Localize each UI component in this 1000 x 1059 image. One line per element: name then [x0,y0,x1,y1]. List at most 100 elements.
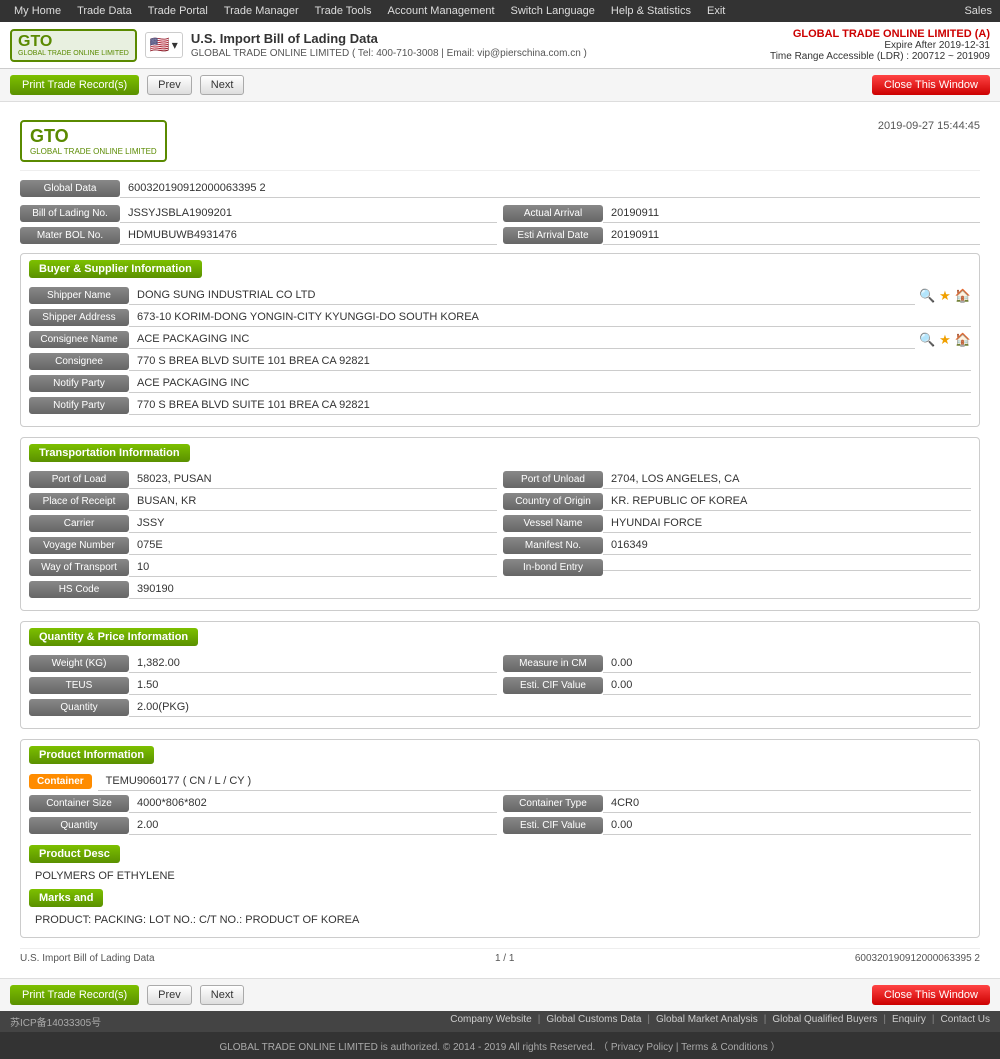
company-name: GLOBAL TRADE ONLINE LIMITED (A) [770,28,990,40]
nav-tradetools[interactable]: Trade Tools [309,0,378,22]
mbol-row: Mater BOL No. HDMUBUWB4931476 Esti Arriv… [20,226,980,245]
footer-link-contact[interactable]: Contact Us [941,1014,990,1026]
port-load-label: Port of Load [29,471,129,488]
global-data-label: Global Data [20,180,120,197]
consignee-star-icon[interactable]: ★ [939,332,951,348]
manifest-value: 016349 [603,536,971,555]
notify-party-value: ACE PACKAGING INC [129,374,971,393]
container-type-label: Container Type [503,795,603,812]
footer-links: Company Website | Global Customs Data | … [450,1014,990,1026]
quantity-price-section: Quantity & Price Information Weight (KG)… [20,621,980,729]
product-esti-cif-value: 0.00 [603,816,971,835]
esti-arrival-label: Esti Arrival Date [503,227,603,244]
expire-date: Expire After 2019-12-31 [770,40,990,51]
vessel-name-label: Vessel Name [503,515,603,532]
print-button-top[interactable]: Print Trade Record(s) [10,75,139,95]
actual-arrival-label: Actual Arrival [503,205,603,222]
consignee-name-value: ACE PACKAGING INC [129,330,915,349]
close-button-top[interactable]: Close This Window [872,75,990,95]
country-origin-value: KR. REPUBLIC OF KOREA [603,492,971,511]
footer-copyright: GLOBAL TRADE ONLINE LIMITED is authorize… [0,1032,1000,1059]
teus-row: TEUS 1.50 Esti. CIF Value 0.00 [29,676,971,695]
footer-link-company[interactable]: Company Website [450,1014,532,1026]
record-footer: U.S. Import Bill of Lading Data 1 / 1 60… [20,948,980,968]
global-data-fields: Global Data 600320190912000063395 2 [20,179,980,198]
place-receipt-value: BUSAN, KR [129,492,497,511]
shipper-icons: 🔍 ★ 🏠 [919,288,971,304]
nav-accountmanagement[interactable]: Account Management [382,0,501,22]
esti-cif-label: Esti. CIF Value [503,677,603,694]
quantity-price-body: Weight (KG) 1,382.00 Measure in CM 0.00 … [21,650,979,728]
top-navigation: My Home Trade Data Trade Portal Trade Ma… [0,0,1000,22]
hs-code-label: HS Code [29,581,129,598]
record-logo-text: GTO [30,126,157,147]
container-value: TEMU9060177 ( CN / L / CY ) [98,772,971,791]
mbol-value: HDMUBUWB4931476 [120,226,497,245]
footer-link-buyers[interactable]: Global Qualified Buyers [772,1014,877,1026]
nav-help[interactable]: Help & Statistics [605,0,697,22]
port-unload-label: Port of Unload [503,471,603,488]
nav-tradedata[interactable]: Trade Data [71,0,138,22]
header-contact: GLOBAL TRADE ONLINE LIMITED ( Tel: 400-7… [191,48,587,59]
header: GTO GLOBAL TRADE ONLINE LIMITED 🇺🇸 ▾ U.S… [0,22,1000,69]
product-esti-cif-label: Esti. CIF Value [503,817,603,834]
consignee-name-row: Consignee Name ACE PACKAGING INC 🔍 ★ 🏠 [29,330,971,349]
port-unload-value: 2704, LOS ANGELES, CA [603,470,971,489]
notify-party-row: Notify Party ACE PACKAGING INC [29,374,971,393]
hs-code-row: HS Code 390190 [29,580,971,599]
footer-link-customs[interactable]: Global Customs Data [546,1014,641,1026]
marks-section: Marks and PRODUCT: PACKING: LOT NO.: C/T… [29,885,971,929]
transport-way-label: Way of Transport [29,559,129,576]
flag-area[interactable]: 🇺🇸 ▾ [145,32,183,58]
footer-link-market[interactable]: Global Market Analysis [656,1014,758,1026]
vessel-name-value: HYUNDAI FORCE [603,514,971,533]
header-title-area: U.S. Import Bill of Lading Data GLOBAL T… [191,31,587,59]
consignee-row: Consignee 770 S BREA BLVD SUITE 101 BREA… [29,352,971,371]
transportation-header: Transportation Information [29,444,190,462]
shipper-star-icon[interactable]: ★ [939,288,951,304]
nav-tradeportal[interactable]: Trade Portal [142,0,214,22]
weight-label: Weight (KG) [29,655,129,672]
carrier-label: Carrier [29,515,129,532]
logo: GTO GLOBAL TRADE ONLINE LIMITED [10,29,137,62]
port-load-value: 58023, PUSAN [129,470,497,489]
place-receipt-row: Place of Receipt BUSAN, KR Country of Or… [29,492,971,511]
footer-link-enquiry[interactable]: Enquiry [892,1014,926,1026]
product-quantity-row: Quantity 2.00 Esti. CIF Value 0.00 [29,816,971,835]
shipper-name-label: Shipper Name [29,287,129,304]
nav-trademanager[interactable]: Trade Manager [218,0,305,22]
nav-switchlanguage[interactable]: Switch Language [505,0,601,22]
marks-value: PRODUCT: PACKING: LOT NO.: C/T NO.: PROD… [29,911,971,929]
next-button-bottom[interactable]: Next [200,985,245,1005]
consignee-home-icon[interactable]: 🏠 [955,332,971,348]
record-footer-page: 1 / 1 [495,953,514,964]
consignee-search-icon[interactable]: 🔍 [919,332,935,348]
container-size-value: 4000*806*802 [129,794,497,813]
bol-label: Bill of Lading No. [20,205,120,222]
product-desc-value: POLYMERS OF ETHYLENE [29,867,971,885]
marks-label: Marks and [29,889,103,907]
close-button-bottom[interactable]: Close This Window [872,985,990,1005]
shipper-search-icon[interactable]: 🔍 [919,288,935,304]
manifest-label: Manifest No. [503,537,603,554]
container-size-row: Container Size 4000*806*802 Container Ty… [29,794,971,813]
nav-exit[interactable]: Exit [701,0,731,22]
header-left: GTO GLOBAL TRADE ONLINE LIMITED 🇺🇸 ▾ U.S… [10,29,587,62]
product-desc-label: Product Desc [29,845,120,863]
shipper-name-value: DONG SUNG INDUSTRIAL CO LTD [129,286,915,305]
prev-button-bottom[interactable]: Prev [147,985,192,1005]
record-logo-sub: GLOBAL TRADE ONLINE LIMITED [30,147,157,156]
shipper-home-icon[interactable]: 🏠 [955,288,971,304]
record-logo: GTO GLOBAL TRADE ONLINE LIMITED [20,120,167,162]
nav-myhome[interactable]: My Home [8,0,67,22]
next-button-top[interactable]: Next [200,75,245,95]
prev-button-top[interactable]: Prev [147,75,192,95]
teus-label: TEUS [29,677,129,694]
flag-icon: 🇺🇸 [150,35,170,55]
transportation-section: Transportation Information Port of Load … [20,437,980,611]
print-button-bottom[interactable]: Print Trade Record(s) [10,985,139,1005]
shipper-address-value: 673-10 KORIM-DONG YONGIN-CITY KYUNGGI-DO… [129,308,971,327]
global-data-value: 600320190912000063395 2 [120,179,980,198]
quantity-value: 2.00(PKG) [129,698,971,717]
bol-row: Bill of Lading No. JSSYJSBLA1909201 Actu… [20,204,980,223]
